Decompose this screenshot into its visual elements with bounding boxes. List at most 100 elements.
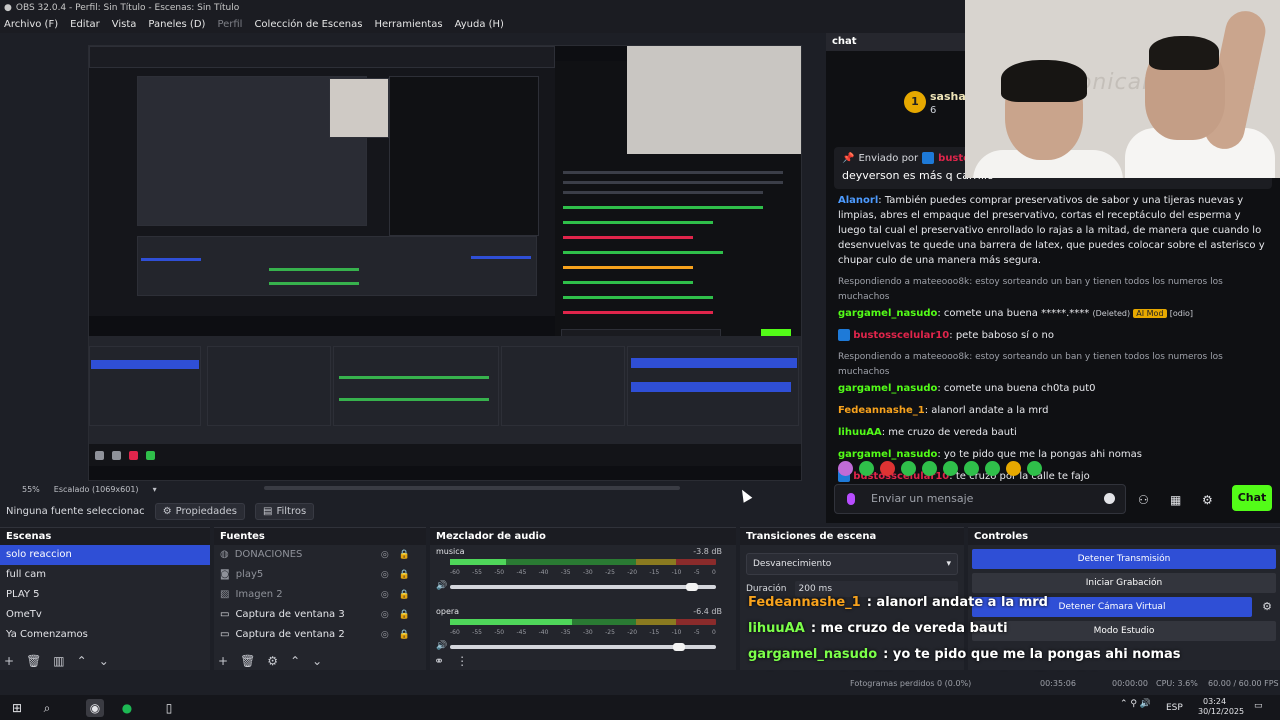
- preview-horizontal-scrollbar[interactable]: [264, 486, 680, 490]
- visibility-icon[interactable]: ◎: [381, 545, 389, 565]
- tray-icons[interactable]: ⌃ ⚲ 🔊: [1120, 699, 1151, 709]
- add-scene-icon[interactable]: +: [4, 654, 14, 668]
- source-settings-icon[interactable]: ⚙: [267, 654, 278, 668]
- lock-icon[interactable]: 🔒: [399, 625, 410, 645]
- windows-start-icon[interactable]: ⊞: [8, 699, 26, 717]
- more-options-icon[interactable]: ⋮: [456, 654, 468, 668]
- sources-footer: + 🗑 ⚙ ⌃ ⌄: [218, 654, 322, 668]
- source-item[interactable]: ▭ Captura de ventana 2 ◎ 🔒: [214, 625, 426, 645]
- emote-icon[interactable]: [838, 461, 853, 476]
- chat-username[interactable]: gargamel_nasudo: [838, 449, 937, 460]
- source-item[interactable]: ◍ DONACIONES ◎ 🔒: [214, 545, 426, 565]
- move-up-icon[interactable]: ⌃: [77, 654, 87, 668]
- menu-editar[interactable]: Editar: [70, 19, 100, 30]
- speaker-icon[interactable]: 🔊: [436, 581, 447, 591]
- link-icon[interactable]: ⚭: [434, 654, 444, 668]
- emote-icon[interactable]: [859, 461, 874, 476]
- emote-icon[interactable]: [985, 461, 1000, 476]
- move-up-icon[interactable]: ⌃: [290, 654, 300, 668]
- language-indicator[interactable]: ESP: [1166, 703, 1183, 713]
- users-icon[interactable]: ⚇: [1138, 493, 1149, 507]
- emote-icon[interactable]: [964, 461, 979, 476]
- scene-item[interactable]: OmeTv: [0, 605, 210, 625]
- source-controls: ◎ 🔒: [381, 585, 410, 605]
- menu-herramientas[interactable]: Herramientas: [374, 19, 442, 30]
- mic-icon[interactable]: [847, 493, 855, 505]
- menu-ayuda[interactable]: Ayuda (H): [455, 19, 504, 30]
- emoji-icon[interactable]: [1104, 493, 1115, 504]
- scene-item[interactable]: Ya Comenzamos: [0, 625, 210, 645]
- emote-icon[interactable]: [922, 461, 937, 476]
- emote-icon[interactable]: [880, 461, 895, 476]
- search-icon[interactable]: ⌕: [38, 699, 56, 717]
- visibility-icon[interactable]: ◎: [381, 625, 389, 645]
- lock-icon[interactable]: 🔒: [399, 605, 410, 625]
- person-b-hair: [1149, 36, 1219, 70]
- app-icon[interactable]: ▯: [160, 699, 178, 717]
- remove-scene-icon[interactable]: 🗑: [26, 654, 41, 668]
- scene-item[interactable]: solo reaccion: [0, 545, 210, 565]
- zoom-percent[interactable]: 55%: [22, 485, 40, 494]
- visibility-icon[interactable]: ◎: [381, 585, 389, 605]
- chat-text: : También puedes comprar preservativos d…: [838, 195, 1265, 266]
- chat-message-input[interactable]: Enviar un mensaje: [834, 484, 1126, 514]
- spotify-app-icon[interactable]: ●: [118, 699, 136, 717]
- source-item[interactable]: ▨ Imagen 2 ◎ 🔒: [214, 585, 426, 605]
- notification-icon[interactable]: ▭: [1254, 701, 1263, 711]
- menu-perfil[interactable]: Perfil: [217, 19, 242, 30]
- filters-button[interactable]: ▤ Filtros: [254, 502, 315, 520]
- emote-icon[interactable]: [1006, 461, 1021, 476]
- gear-icon[interactable]: ⚙: [1262, 600, 1272, 613]
- chat-username[interactable]: lihuuAA: [838, 427, 882, 438]
- chat-username[interactable]: bustosscelular10: [853, 330, 949, 341]
- chat-send-button[interactable]: Chat: [1232, 485, 1272, 511]
- obs-app-icon[interactable]: ◉: [86, 699, 104, 717]
- globe-icon: ◍: [220, 549, 229, 560]
- visibility-icon[interactable]: ◎: [381, 605, 389, 625]
- chat-username[interactable]: Fedeannashe_1: [838, 405, 925, 416]
- remove-source-icon[interactable]: 🗑: [240, 654, 255, 668]
- clock-time[interactable]: 03:24: [1203, 697, 1226, 706]
- add-source-icon[interactable]: +: [218, 654, 228, 668]
- scene-filters-icon[interactable]: ▥: [53, 654, 64, 668]
- speaker-icon[interactable]: 🔊: [436, 641, 447, 651]
- scene-item[interactable]: PLAY 5: [0, 585, 210, 605]
- menu-archivo[interactable]: Archivo (F): [4, 19, 58, 30]
- chat-username[interactable]: gargamel_nasudo: [838, 383, 937, 394]
- emote-icon[interactable]: [943, 461, 958, 476]
- preview-area[interactable]: [0, 33, 826, 503]
- transition-select[interactable]: Desvanecimiento ▾: [746, 553, 958, 575]
- volume-slider[interactable]: [450, 585, 716, 589]
- visibility-icon[interactable]: ◎: [381, 565, 389, 585]
- source-item[interactable]: ◙ play5 ◎ 🔒: [214, 565, 426, 585]
- chat-username[interactable]: Alanorl: [838, 195, 878, 206]
- emote-icon[interactable]: [1027, 461, 1042, 476]
- emote-icon[interactable]: [901, 461, 916, 476]
- lock-icon[interactable]: 🔒: [399, 585, 410, 605]
- menu-vista[interactable]: Vista: [112, 19, 137, 30]
- chevron-down-icon[interactable]: ▾: [153, 485, 157, 494]
- chat-username[interactable]: gargamel_nasudo: [838, 308, 937, 319]
- sub-badge: 1: [904, 91, 926, 113]
- gear-icon[interactable]: ⚙: [1202, 493, 1213, 507]
- source-item[interactable]: ▭ Captura de ventana 3 ◎ 🔒: [214, 605, 426, 625]
- clock-date[interactable]: 30/12/2025: [1198, 707, 1244, 716]
- scene-item[interactable]: full cam: [0, 565, 210, 585]
- zoom-scale[interactable]: Escalado (1069x601): [54, 485, 139, 494]
- overlay-chat-row: Fedeannashe_1: alanorl andate a la mrd: [748, 590, 1181, 616]
- stop-streaming-button[interactable]: Detener Transmisión: [972, 549, 1276, 569]
- menu-coleccion-escenas[interactable]: Colección de Escenas: [254, 19, 362, 30]
- volume-knob[interactable]: [686, 583, 699, 591]
- move-down-icon[interactable]: ⌄: [312, 654, 322, 668]
- store-icon[interactable]: ▦: [1170, 493, 1181, 507]
- move-down-icon[interactable]: ⌄: [99, 654, 109, 668]
- lock-icon[interactable]: 🔒: [399, 565, 410, 585]
- preview-canvas[interactable]: [88, 45, 802, 481]
- volume-knob[interactable]: [672, 643, 685, 651]
- chat-line: Fedeannashe_1: alanorl andate a la mrd: [838, 403, 1270, 418]
- properties-button[interactable]: ⚙ Propiedades: [154, 502, 245, 520]
- scale-tick: -50: [494, 569, 505, 576]
- lock-icon[interactable]: 🔒: [399, 545, 410, 565]
- menu-paneles[interactable]: Paneles (D): [148, 19, 205, 30]
- scale-tick: -15: [649, 629, 660, 636]
